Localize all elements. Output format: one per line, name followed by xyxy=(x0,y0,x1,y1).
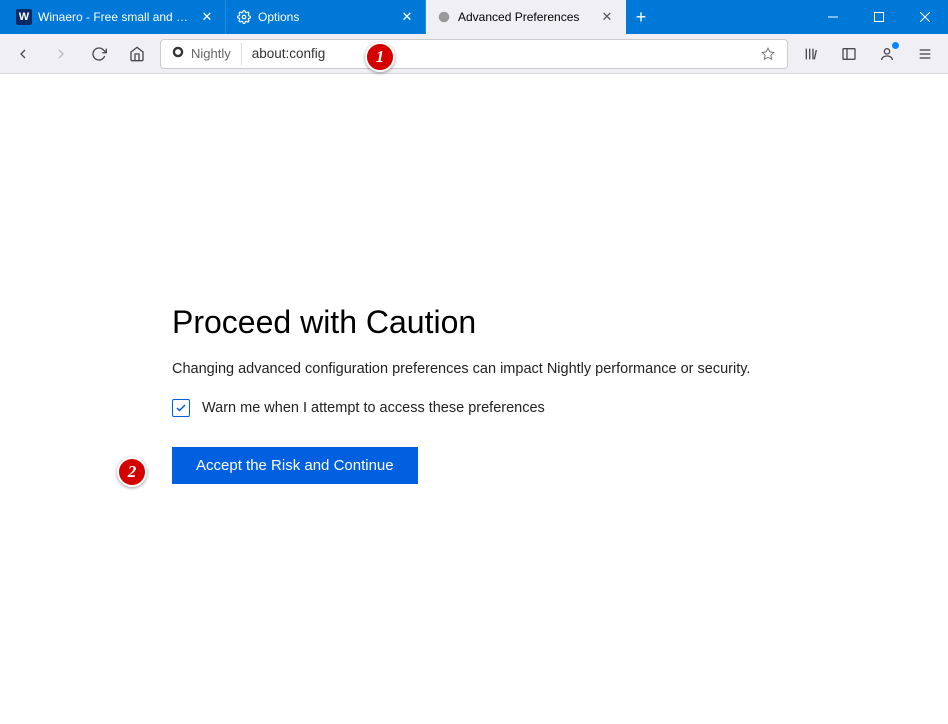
home-button[interactable] xyxy=(122,39,152,69)
bookmark-star-icon[interactable] xyxy=(755,47,781,61)
nightly-icon xyxy=(171,45,185,62)
close-tab-icon[interactable]: ✕ xyxy=(599,9,615,25)
about-config-warning: Proceed with Caution Changing advanced c… xyxy=(172,304,792,484)
tab-title: Winaero - Free small and usef... xyxy=(38,10,193,24)
tab-advanced-preferences[interactable]: Advanced Preferences ✕ xyxy=(426,0,626,34)
close-tab-icon[interactable]: ✕ xyxy=(399,9,415,25)
tab-strip: W Winaero - Free small and usef... ✕ Opt… xyxy=(0,0,810,34)
url-input[interactable] xyxy=(242,46,755,61)
url-bar[interactable]: Nightly xyxy=(160,39,788,69)
notification-dot-icon xyxy=(892,42,899,49)
checkbox-label: Warn me when I attempt to access these p… xyxy=(202,400,545,416)
nav-toolbar: Nightly xyxy=(0,34,948,74)
annotation-badge-1: 1 xyxy=(365,42,395,72)
warning-paragraph: Changing advanced configuration preferen… xyxy=(172,361,792,377)
show-warning-checkbox[interactable] xyxy=(172,399,190,417)
tab-title: Advanced Preferences xyxy=(458,10,593,24)
title-bar: W Winaero - Free small and usef... ✕ Opt… xyxy=(0,0,948,34)
window-controls xyxy=(810,0,948,34)
new-tab-button[interactable]: + xyxy=(626,0,656,34)
sidebar-button[interactable] xyxy=(834,39,864,69)
identity-label: Nightly xyxy=(191,46,231,61)
tab-winaero[interactable]: W Winaero - Free small and usef... ✕ xyxy=(6,0,226,34)
close-window-button[interactable] xyxy=(902,0,948,34)
account-button[interactable] xyxy=(872,39,902,69)
accept-risk-button[interactable]: Accept the Risk and Continue xyxy=(172,447,418,484)
minimize-button[interactable] xyxy=(810,0,856,34)
page-title: Proceed with Caution xyxy=(172,304,792,341)
firefox-favicon-icon xyxy=(436,9,452,25)
gear-icon xyxy=(236,9,252,25)
library-button[interactable] xyxy=(796,39,826,69)
winaero-favicon-icon: W xyxy=(16,9,32,25)
tab-options[interactable]: Options ✕ xyxy=(226,0,426,34)
show-warning-checkbox-row: Warn me when I attempt to access these p… xyxy=(172,399,792,417)
back-button[interactable] xyxy=(8,39,38,69)
forward-button[interactable] xyxy=(46,39,76,69)
checkmark-icon xyxy=(175,402,187,414)
site-identity[interactable]: Nightly xyxy=(167,43,242,65)
close-tab-icon[interactable]: ✕ xyxy=(199,9,215,25)
page-content: Proceed with Caution Changing advanced c… xyxy=(0,74,948,724)
app-menu-button[interactable] xyxy=(910,39,940,69)
annotation-badge-2: 2 xyxy=(117,457,147,487)
maximize-button[interactable] xyxy=(856,0,902,34)
tab-title: Options xyxy=(258,10,393,24)
reload-button[interactable] xyxy=(84,39,114,69)
